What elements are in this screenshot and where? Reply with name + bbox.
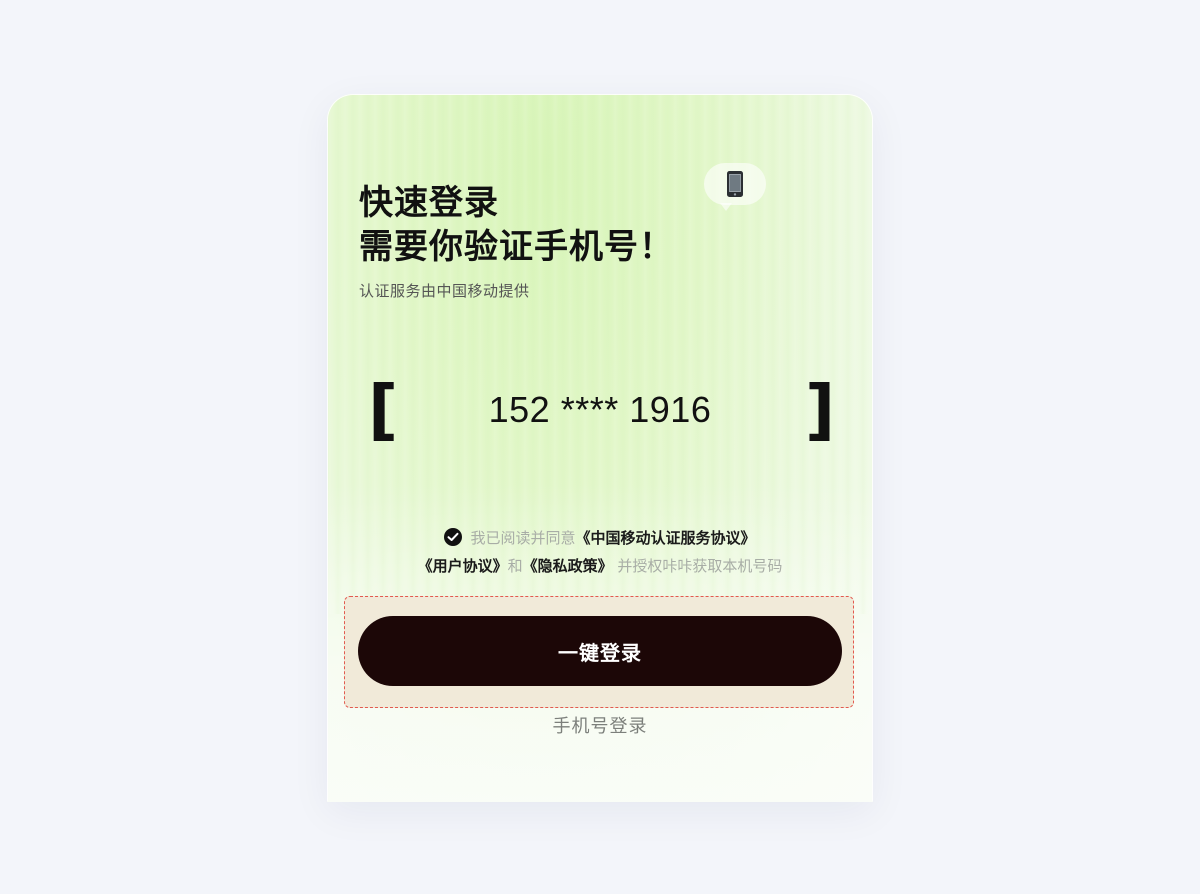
page-title: 快速登录 需要你验证手机号！ [359, 181, 674, 269]
privacy-policy-link[interactable]: 《隐私政策》 [523, 557, 613, 575]
agreement-line-1: 我已阅读并同意《中国移动认证服务协议》 [340, 524, 860, 552]
cmcc-terms-link[interactable]: 《中国移动认证服务协议》 [576, 529, 756, 547]
masked-phone-number: 152 **** 1916 [488, 389, 712, 430]
agreement-line-2: 《用户协议》和《隐私政策》 并授权咔咔获取本机号码 [340, 552, 860, 580]
auth-provider-text: 认证服务由中国移动提供 [359, 282, 530, 300]
mobile-phone-icon [727, 171, 743, 197]
agreement-suffix: 并授权咔咔获取本机号码 [617, 557, 783, 575]
title-line-1: 快速登录 [359, 183, 499, 223]
phone-bubble [704, 163, 766, 211]
bracket-left: [ [368, 371, 399, 448]
agreement-and: 和 [507, 557, 523, 575]
title-line-2: 需要你验证手机号！ [359, 227, 674, 267]
agreement-block: 我已阅读并同意《中国移动认证服务协议》 《用户协议》和《隐私政策》 并授权咔咔获… [340, 524, 860, 580]
checkmark-icon [447, 532, 459, 541]
bracket-right: ] [805, 371, 836, 448]
agreement-checkbox[interactable] [444, 528, 463, 546]
one-click-login-button[interactable]: 一键登录 [358, 616, 842, 686]
agreement-prefix: 我已阅读并同意 [470, 529, 576, 547]
phone-number-login-link[interactable]: 手机号登录 [500, 712, 700, 738]
user-agreement-link[interactable]: 《用户协议》 [418, 557, 508, 575]
